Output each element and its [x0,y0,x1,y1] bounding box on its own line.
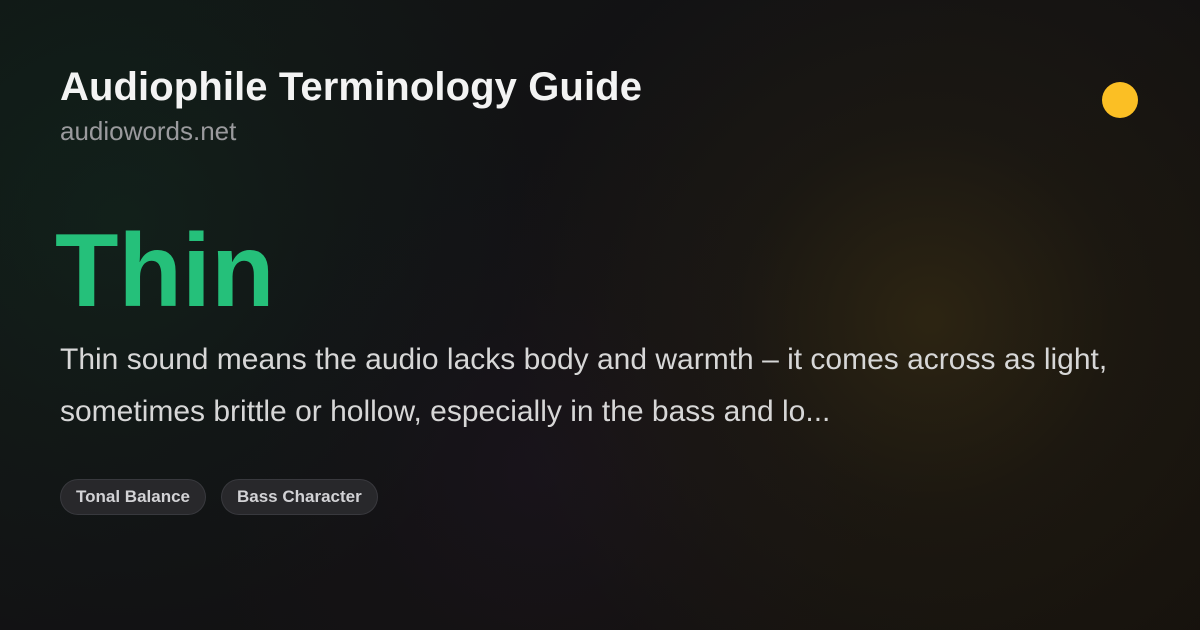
term-definition: Thin sound means the audio lacks body an… [60,343,1108,428]
status-dot-icon [1102,82,1138,118]
preview-card: Audiophile Terminology Guide audiowords.… [0,0,1200,630]
tag-tonal-balance: Tonal Balance [60,479,206,515]
tag-list: Tonal Balance Bass Character [60,479,378,515]
site-domain: audiowords.net [60,116,237,146]
tag-bass-character: Bass Character [221,479,378,515]
term-heading: Thin [55,213,275,329]
page-title: Audiophile Terminology Guide [60,65,643,109]
